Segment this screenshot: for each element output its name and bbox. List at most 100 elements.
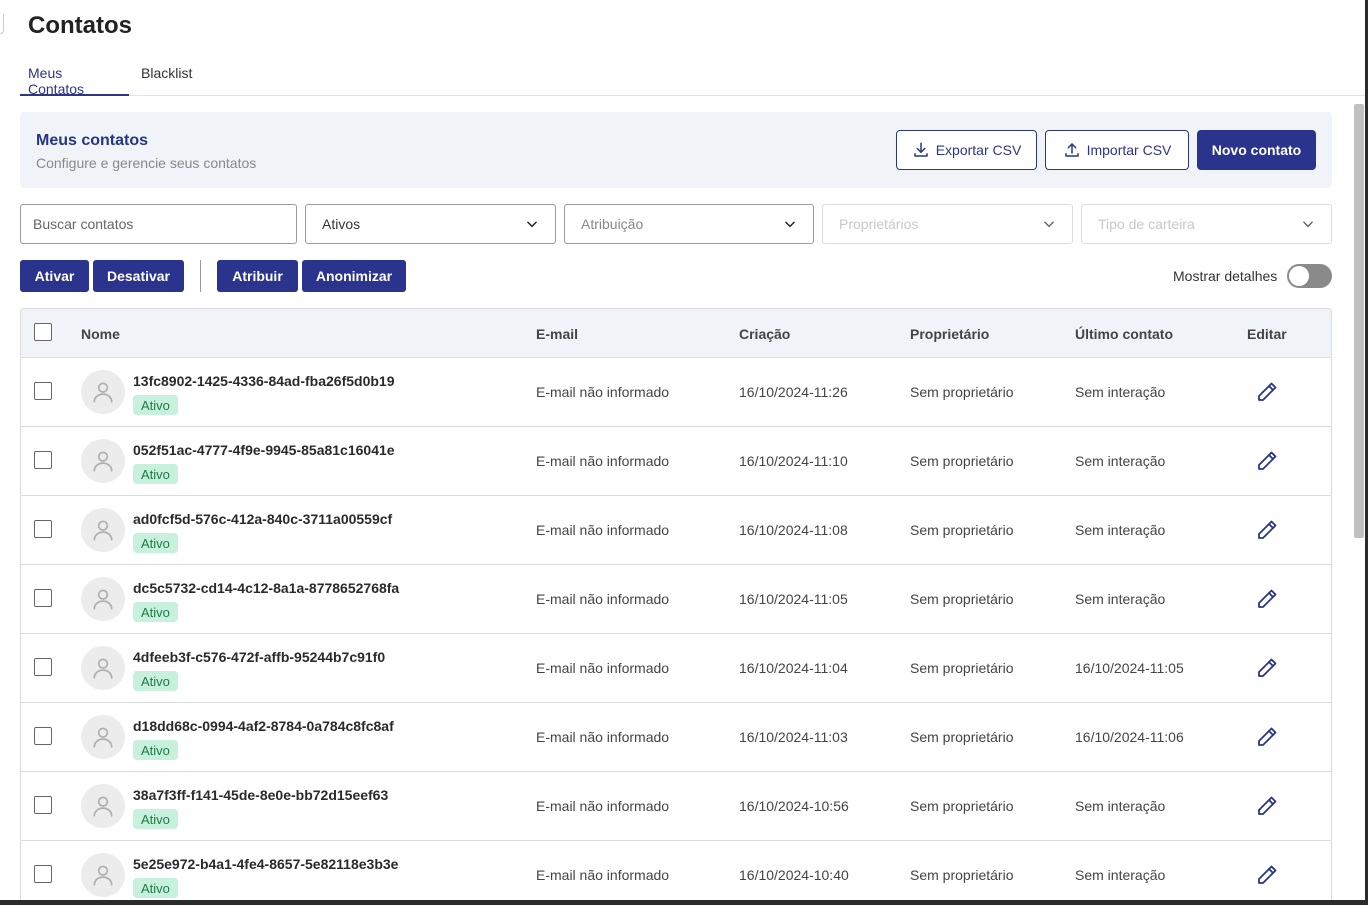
wallet-type-select-placeholder: Tipo de carteira: [1098, 216, 1195, 232]
row-checkbox[interactable]: [34, 658, 52, 676]
wallet-type-select[interactable]: Tipo de carteira: [1081, 204, 1332, 244]
chevron-down-icon: [785, 221, 795, 228]
row-checkbox[interactable]: [34, 451, 52, 469]
pencil-icon: [1258, 865, 1277, 884]
status-select-value: Ativos: [322, 216, 361, 232]
row-checkbox[interactable]: [34, 727, 52, 745]
actions-divider: [200, 260, 201, 292]
edit-contact-button[interactable]: [1255, 380, 1279, 404]
contact-created: 16/10/2024-11:04: [739, 660, 848, 676]
contact-owner: Sem proprietário: [910, 729, 1014, 745]
status-badge: Ativo: [133, 671, 178, 691]
contact-last-contact: Sem interação: [1075, 384, 1166, 400]
contact-name[interactable]: dc5c5732-cd14-4c12-8a1a-8778652768fa: [133, 580, 399, 596]
status-select[interactable]: Ativos: [305, 204, 556, 244]
edit-contact-button[interactable]: [1255, 794, 1279, 818]
contact-name[interactable]: d18dd68c-0994-4af2-8784-0a784c8fc8af: [133, 718, 394, 734]
row-checkbox[interactable]: [34, 520, 52, 538]
person-icon: [93, 451, 113, 472]
select-all-checkbox[interactable]: [34, 323, 52, 341]
contact-created: 16/10/2024-11:10: [739, 453, 848, 469]
column-header-edit: Editar: [1247, 326, 1287, 342]
contact-name[interactable]: 052f51ac-4777-4f9e-9945-85a81c16041e: [133, 442, 395, 458]
contact-email: E-mail não informado: [536, 453, 670, 469]
tab-blacklist[interactable]: Blacklist: [133, 57, 200, 96]
contact-name[interactable]: 5e25e972-b4a1-4fe4-8657-5e82118e3b3e: [133, 856, 398, 872]
table-row: 5e25e972-b4a1-4fe4-8657-5e82118e3b3e Ativ…: [21, 841, 1331, 905]
edit-contact-button[interactable]: [1255, 449, 1279, 473]
deactivate-button[interactable]: Desativar: [93, 260, 184, 292]
toggle-knob: [1289, 266, 1309, 286]
table-row: ad0fcf5d-576c-412a-840c-3711a00559cf Ativ…: [21, 496, 1331, 565]
avatar: [81, 439, 125, 483]
row-checkbox[interactable]: [34, 382, 52, 400]
edit-contact-button[interactable]: [1255, 725, 1279, 749]
person-icon: [93, 796, 113, 817]
download-icon: [913, 142, 928, 157]
export-csv-button[interactable]: Exportar CSV: [896, 130, 1037, 170]
table-row: d18dd68c-0994-4af2-8784-0a784c8fc8af Ativ…: [21, 703, 1331, 772]
attribution-select-placeholder: Atribuição: [581, 216, 644, 232]
contact-name[interactable]: 4dfeeb3f-c576-472f-affb-95244b7c91f0: [133, 649, 385, 665]
column-header-name: Nome: [81, 326, 120, 342]
column-header-created: Criação: [739, 326, 791, 342]
row-checkbox[interactable]: [34, 865, 52, 883]
contact-email: E-mail não informado: [536, 798, 670, 814]
avatar: [81, 784, 125, 828]
table-header: Nome E-mail Criação Proprietário Último …: [21, 309, 1331, 358]
edit-contact-button[interactable]: [1255, 656, 1279, 680]
contact-name[interactable]: 13fc8902-1425-4336-84ad-fba26f5d0b19: [133, 373, 395, 389]
row-checkbox[interactable]: [34, 796, 52, 814]
activate-button[interactable]: Ativar: [20, 260, 89, 292]
person-icon: [93, 727, 113, 748]
contact-created: 16/10/2024-11:08: [739, 522, 848, 538]
edit-contact-button[interactable]: [1255, 587, 1279, 611]
chevron-down-icon: [527, 221, 537, 228]
new-contact-button[interactable]: Novo contato: [1197, 130, 1316, 170]
edit-contact-button[interactable]: [1255, 518, 1279, 542]
contact-owner: Sem proprietário: [910, 660, 1014, 676]
tab-meus-contatos[interactable]: Meus Contatos: [20, 57, 129, 97]
status-badge: Ativo: [133, 464, 178, 484]
contact-email: E-mail não informado: [536, 591, 670, 607]
section-title: Meus contatos: [36, 132, 149, 149]
contact-name[interactable]: 38a7f3ff-f141-45de-8e0e-bb72d15eef63: [133, 787, 388, 803]
avatar: [81, 715, 125, 759]
person-icon: [93, 589, 113, 610]
show-details-toggle[interactable]: [1287, 264, 1332, 288]
contact-last-contact: Sem interação: [1075, 453, 1166, 469]
import-csv-button[interactable]: Importar CSV: [1045, 130, 1189, 170]
pencil-icon: [1258, 382, 1277, 401]
pencil-icon: [1258, 520, 1277, 539]
contact-last-contact: Sem interação: [1075, 522, 1166, 538]
avatar: [81, 508, 125, 552]
assign-button[interactable]: Atribuir: [217, 260, 298, 292]
table-row: 13fc8902-1425-4336-84ad-fba26f5d0b19 Ativ…: [21, 358, 1331, 427]
contact-owner: Sem proprietário: [910, 591, 1014, 607]
scrollbar-thumb[interactable]: [1354, 104, 1364, 538]
contact-last-contact: Sem interação: [1075, 591, 1166, 607]
edit-contact-button[interactable]: [1255, 863, 1279, 887]
export-csv-label: Exportar CSV: [935, 142, 1022, 158]
attribution-select[interactable]: Atribuição: [564, 204, 814, 244]
contact-email: E-mail não informado: [536, 660, 670, 676]
status-badge: Ativo: [133, 878, 178, 898]
anonymize-button[interactable]: Anonimizar: [302, 260, 406, 292]
upload-icon: [1064, 143, 1079, 157]
window-border-bottom: [0, 900, 1368, 905]
table-row: dc5c5732-cd14-4c12-8a1a-8778652768fa Ativ…: [21, 565, 1331, 634]
contact-owner: Sem proprietário: [910, 384, 1014, 400]
contacts-header-card: Meus contatos Configure e gerencie seus …: [20, 112, 1332, 188]
status-badge: Ativo: [133, 395, 178, 415]
pencil-icon: [1258, 796, 1277, 815]
status-badge: Ativo: [133, 602, 178, 622]
search-input[interactable]: [20, 204, 297, 244]
person-icon: [93, 865, 113, 886]
pencil-icon: [1258, 658, 1277, 677]
table-row: 4dfeeb3f-c576-472f-affb-95244b7c91f0 Ativ…: [21, 634, 1331, 703]
contact-name[interactable]: ad0fcf5d-576c-412a-840c-3711a00559cf: [133, 511, 392, 527]
pencil-icon: [1258, 589, 1277, 608]
row-checkbox[interactable]: [34, 589, 52, 607]
owners-select[interactable]: Proprietários: [822, 204, 1073, 244]
contact-last-contact: Sem interação: [1075, 798, 1166, 814]
